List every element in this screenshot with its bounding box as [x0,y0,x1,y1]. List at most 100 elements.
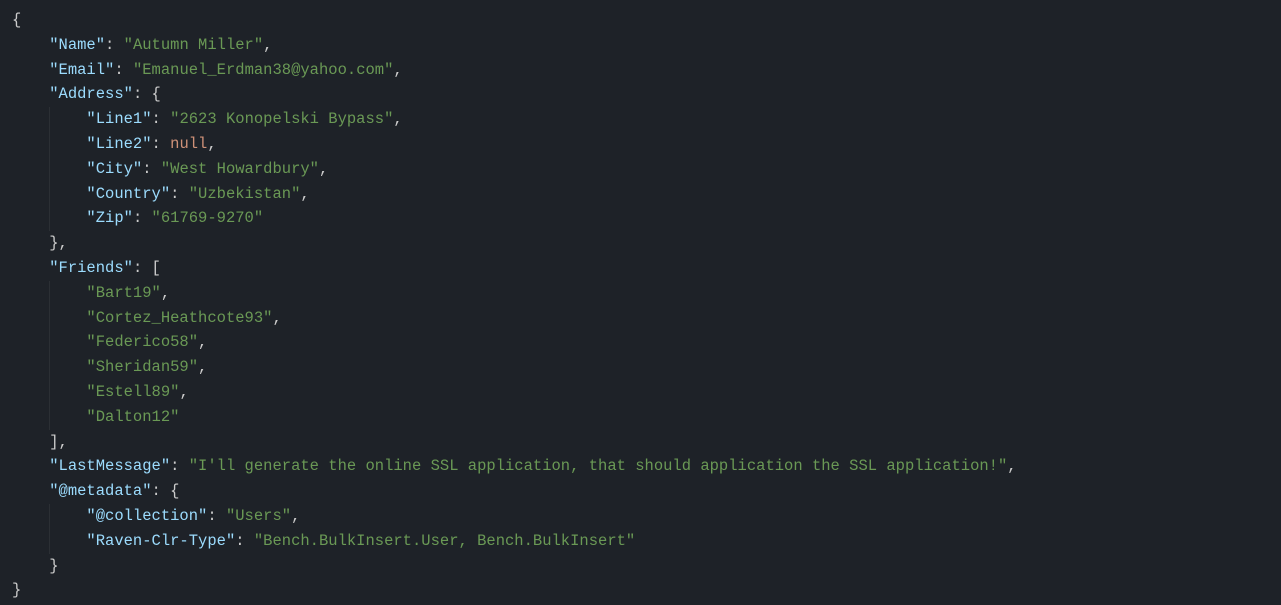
code-line: "Line1": "2623 Konopelski Bypass", [12,107,1281,132]
indent-guide [49,281,50,306]
json-punctuation: : [114,61,133,79]
json-string: "Cortez_Heathcote93" [86,309,272,327]
json-key: "Name" [49,36,105,54]
indent [12,85,49,103]
code-line: "Friends": [ [12,256,1281,281]
json-string: "Autumn Miller" [124,36,264,54]
indent-guide [49,504,50,529]
json-punctuation: } [49,557,58,575]
indent-guide [49,405,50,430]
indent-guide [49,306,50,331]
indent-guide [49,157,50,182]
code-line: } [12,578,1281,603]
code-line: "Zip": "61769-9270" [12,206,1281,231]
json-string: "Sheridan59" [86,358,198,376]
json-punctuation: , [179,383,188,401]
json-punctuation: { [12,11,21,29]
code-line: "Bart19", [12,281,1281,306]
json-string: "Estell89" [86,383,179,401]
json-punctuation: : [170,185,189,203]
indent [12,259,49,277]
code-line: "@metadata": { [12,479,1281,504]
json-punctuation: : [235,532,254,550]
indent [12,433,49,451]
json-string: "Bart19" [86,284,160,302]
json-key: "Country" [86,185,170,203]
code-line: "LastMessage": "I'll generate the online… [12,454,1281,479]
code-line: "Sheridan59", [12,355,1281,380]
code-line: "Address": { [12,82,1281,107]
json-string: "Uzbekistan" [189,185,301,203]
json-punctuation: } [12,581,21,599]
json-string: "61769-9270" [152,209,264,227]
json-punctuation: , [198,333,207,351]
code-line: "City": "West Howardbury", [12,157,1281,182]
json-punctuation: : [152,110,171,128]
json-string: "Dalton12" [86,408,179,426]
code-line: "Raven-Clr-Type": "Bench.BulkInsert.User… [12,529,1281,554]
json-punctuation: : [207,507,226,525]
code-line: "Federico58", [12,330,1281,355]
json-punctuation: , [291,507,300,525]
code-line: } [12,554,1281,579]
json-punctuation: : [170,457,189,475]
json-punctuation: }, [49,234,68,252]
json-string: "Emanuel_Erdman38@yahoo.com" [133,61,393,79]
json-punctuation: { [170,482,179,500]
json-key: "LastMessage" [49,457,170,475]
json-punctuation: , [1007,457,1016,475]
code-line: "Name": "Autumn Miller", [12,33,1281,58]
code-line: }, [12,231,1281,256]
code-line: "Dalton12" [12,405,1281,430]
json-key: "Zip" [86,209,133,227]
json-punctuation: : [152,135,171,153]
indent [12,234,49,252]
indent-guide [49,529,50,554]
json-punctuation: , [198,358,207,376]
json-string: "2623 Konopelski Bypass" [170,110,393,128]
json-punctuation: , [319,160,328,178]
json-string: "Users" [226,507,291,525]
json-punctuation: , [393,110,402,128]
code-editor[interactable]: { "Name": "Autumn Miller", "Email": "Ema… [0,0,1281,605]
indent-guide [49,355,50,380]
json-punctuation: , [393,61,402,79]
code-line: ], [12,430,1281,455]
json-key: "Line1" [86,110,151,128]
indent-guide [49,182,50,207]
indent-guide [49,380,50,405]
code-line: "Cortez_Heathcote93", [12,306,1281,331]
json-punctuation: : [142,160,161,178]
json-punctuation: , [207,135,216,153]
json-punctuation: : [133,259,152,277]
json-key: "Line2" [86,135,151,153]
indent-guide [49,330,50,355]
json-punctuation: : [133,209,152,227]
code-line: "Estell89", [12,380,1281,405]
code-line: "Country": "Uzbekistan", [12,182,1281,207]
indent [12,482,49,500]
json-string: "Federico58" [86,333,198,351]
json-punctuation: { [152,85,161,103]
json-punctuation: [ [152,259,161,277]
code-line: "Line2": null, [12,132,1281,157]
indent-guide [49,132,50,157]
json-string: "West Howardbury" [161,160,319,178]
json-key: "@metadata" [49,482,151,500]
json-punctuation: : [105,36,124,54]
indent [12,36,49,54]
json-key: "Address" [49,85,133,103]
code-line: { [12,8,1281,33]
indent [12,457,49,475]
indent-guide [49,206,50,231]
indent [12,557,49,575]
indent-guide [49,107,50,132]
json-key: "Raven-Clr-Type" [86,532,235,550]
json-key: "@collection" [86,507,207,525]
code-line: "@collection": "Users", [12,504,1281,529]
json-punctuation: , [300,185,309,203]
json-punctuation: ], [49,433,68,451]
json-punctuation: : [152,482,171,500]
json-punctuation: , [272,309,281,327]
code-line: "Email": "Emanuel_Erdman38@yahoo.com", [12,58,1281,83]
